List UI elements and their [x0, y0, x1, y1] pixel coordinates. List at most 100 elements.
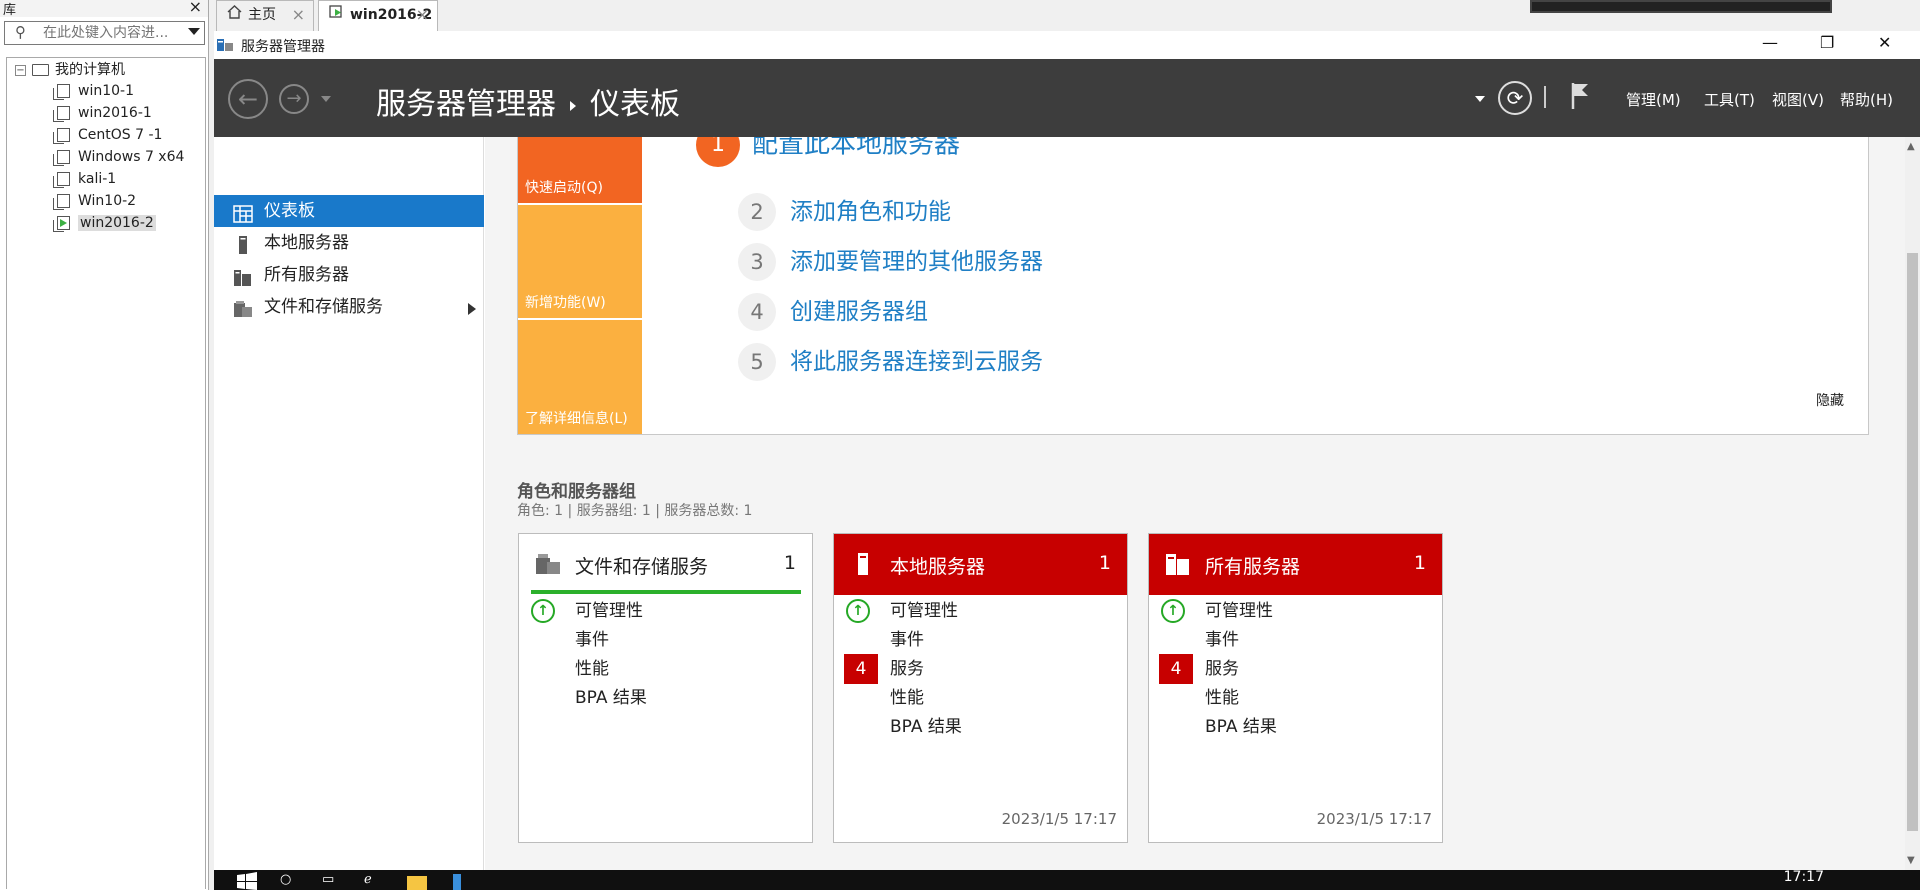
tab-close-button[interactable]: × [292, 1, 305, 29]
services-alert-badge[interactable]: 4 [1159, 654, 1193, 684]
status-ok-bar [531, 590, 801, 594]
nav-item-local-server[interactable]: 本地服务器 [214, 227, 484, 259]
vm-icon [53, 150, 70, 166]
card-row-performance[interactable]: 性能 [575, 655, 609, 683]
step-create-server-group[interactable]: 4 创建服务器组 [738, 293, 928, 331]
menu-tools[interactable]: 工具(T) [1704, 89, 1755, 110]
nav-item-file-storage[interactable]: 文件和存储服务 [214, 291, 484, 323]
vm-running-icon [329, 1, 344, 29]
collapse-icon[interactable]: − [15, 64, 26, 76]
tree-root-my-computer[interactable]: − 我的计算机 [15, 60, 125, 80]
breadcrumb-app[interactable]: 服务器管理器 [376, 87, 556, 122]
card-header[interactable]: 本地服务器 1 [834, 534, 1127, 595]
nav-item-all-servers[interactable]: 所有服务器 [214, 259, 484, 291]
library-close-button[interactable]: × [189, 0, 202, 16]
refresh-icon[interactable]: ⟳ [1498, 81, 1532, 115]
card-timestamp: 2023/1/5 17:17 [1316, 810, 1432, 828]
servers-icon [1165, 552, 1191, 580]
card-row-events[interactable]: 事件 [575, 626, 609, 654]
card-row-events[interactable]: 事件 [1205, 626, 1239, 654]
library-header: 库 × [0, 0, 208, 18]
menu-help[interactable]: 帮助(H) [1840, 89, 1893, 110]
services-alert-badge[interactable]: 4 [844, 654, 878, 684]
tree-item-vm[interactable]: CentOS 7 -1 [53, 124, 162, 146]
card-row-bpa[interactable]: BPA 结果 [575, 684, 647, 712]
tree-item-vm[interactable]: Windows 7 x64 [53, 146, 184, 168]
file-explorer-icon[interactable] [406, 872, 428, 890]
role-card-file-storage[interactable]: 文件和存储服务 1 ↑ 可管理性 事件 性能 BPA 结果 [518, 533, 813, 843]
step-number: 4 [738, 293, 776, 331]
tree-item-vm-selected[interactable]: win2016-2 [53, 212, 156, 234]
card-row-performance[interactable]: 性能 [1205, 684, 1239, 712]
task-view-icon[interactable]: ▭ [322, 872, 334, 887]
nav-item-dashboard[interactable]: 仪表板 [214, 195, 484, 227]
window-title: 服务器管理器 [241, 39, 325, 55]
step-number: 2 [738, 193, 776, 231]
tab-close-button[interactable]: × [416, 1, 429, 29]
card-row-services[interactable]: 服务 [890, 655, 924, 683]
step-add-roles[interactable]: 2 添加角色和功能 [738, 193, 951, 231]
vm-icon [53, 128, 70, 144]
role-card-local-server[interactable]: 本地服务器 1 ↑ 可管理性 事件 4 服务 性能 BPA 结果 2023/1/… [833, 533, 1128, 843]
library-search-box[interactable]: ⚲ [4, 21, 205, 45]
scroll-up-icon[interactable]: ▲ [1907, 141, 1915, 152]
scrollbar-thumb[interactable] [1907, 253, 1918, 831]
window-titlebar: 服务器管理器 — ❐ ✕ [214, 31, 1920, 59]
hide-welcome-link[interactable]: 隐藏 [1816, 390, 1844, 410]
role-card-all-servers[interactable]: 所有服务器 1 ↑ 可管理性 事件 4 服务 性能 BPA 结果 2023/1/… [1148, 533, 1443, 843]
notifications-flag-icon[interactable] [1570, 81, 1590, 115]
step-add-servers[interactable]: 3 添加要管理的其他服务器 [738, 243, 1043, 281]
card-row-events[interactable]: 事件 [890, 626, 924, 654]
library-search-input[interactable] [43, 25, 183, 41]
history-dropdown-icon[interactable] [321, 96, 331, 102]
whats-new-tile[interactable]: 新增功能(W) [518, 205, 642, 318]
search-icon[interactable]: ○ [280, 872, 291, 887]
welcome-tile: 快速启动(Q) 新增功能(W) 了解详细信息(L) 1 配置此本地服务器 2 添加角… [517, 137, 1869, 435]
tree-item-vm[interactable]: Win10-2 [53, 190, 136, 212]
back-button[interactable]: ← [228, 79, 268, 119]
guest-taskbar: ○ ▭ ℯ 17:17 [214, 869, 1920, 890]
card-row-manageability[interactable]: 可管理性 [1205, 597, 1273, 625]
step-connect-cloud[interactable]: 5 将此服务器连接到云服务 [738, 343, 1043, 381]
windows-start-icon[interactable] [236, 872, 258, 890]
dashboard-content: 快速启动(Q) 新增功能(W) 了解详细信息(L) 1 配置此本地服务器 2 添加角… [485, 137, 1905, 870]
quick-start-tile[interactable]: 快速启动(Q) [518, 137, 642, 203]
roles-summary: 角色: 1 | 服务器组: 1 | 服务器总数: 1 [517, 503, 753, 519]
tab-home[interactable]: 主页 × [216, 0, 314, 31]
vm-icon [53, 172, 70, 188]
search-dropdown-icon[interactable] [188, 28, 200, 35]
card-header[interactable]: 所有服务器 1 [1149, 534, 1442, 595]
scroll-down-icon[interactable]: ▼ [1907, 855, 1915, 866]
card-row-bpa[interactable]: BPA 结果 [890, 713, 962, 741]
tree-item-vm[interactable]: win2016-1 [53, 102, 152, 124]
card-count: 1 [1098, 552, 1111, 574]
learn-more-tile[interactable]: 了解详细信息(L) [518, 320, 642, 434]
step-number: 1 [696, 137, 740, 167]
card-row-manageability[interactable]: 可管理性 [890, 597, 958, 625]
expand-arrow-icon[interactable] [468, 303, 476, 315]
card-row-manageability[interactable]: 可管理性 [575, 597, 643, 625]
card-row-performance[interactable]: 性能 [890, 684, 924, 712]
card-count: 1 [783, 552, 796, 574]
card-row-bpa[interactable]: BPA 结果 [1205, 713, 1277, 741]
minimize-button[interactable]: — [1762, 33, 1778, 52]
remote-desktop-thumbnail [1530, 0, 1832, 13]
server-manager-taskbar-icon[interactable] [448, 872, 466, 890]
menu-manage[interactable]: 管理(M) [1626, 89, 1681, 110]
step-configure-local-server[interactable]: 1 配置此本地服务器 [696, 137, 960, 167]
forward-button[interactable]: → [279, 84, 309, 114]
card-row-services[interactable]: 服务 [1205, 655, 1239, 683]
content-scrollbar[interactable]: ▲ ▼ [1905, 137, 1920, 870]
tree-item-vm[interactable]: kali-1 [53, 168, 116, 190]
taskbar-clock: 17:17 [1783, 869, 1824, 885]
up-arrow-ok-icon: ↑ [846, 599, 870, 623]
tab-win2016-2[interactable]: win2016-2 × [318, 0, 438, 31]
command-bar: ← → 服务器管理器 仪表板 ⟳ 管理(M) 工具(T) 视图(V) 帮助(H) [214, 59, 1920, 137]
close-window-button[interactable]: ✕ [1878, 33, 1891, 52]
breadcrumb-dropdown-icon[interactable] [1475, 96, 1485, 102]
card-header[interactable]: 文件和存储服务 1 [519, 534, 812, 595]
menu-view[interactable]: 视图(V) [1772, 89, 1824, 110]
restore-button[interactable]: ❐ [1820, 33, 1834, 52]
internet-explorer-icon[interactable]: ℯ [364, 872, 372, 887]
tree-item-vm[interactable]: win10-1 [53, 80, 134, 102]
